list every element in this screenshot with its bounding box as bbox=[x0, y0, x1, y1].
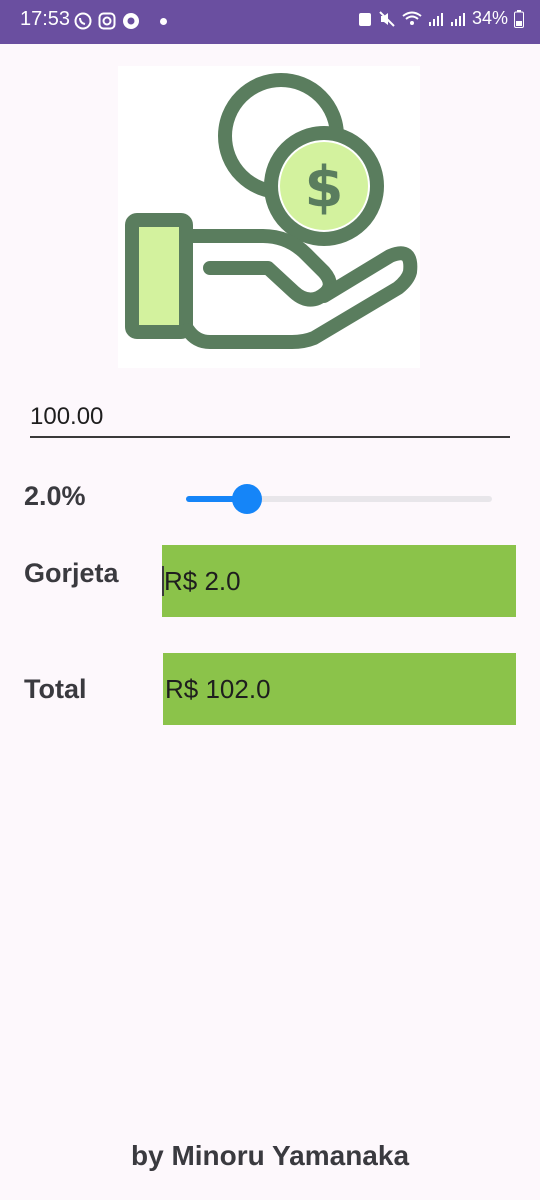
author-credit: by Minoru Yamanaka bbox=[130, 1140, 410, 1171]
sync-icon bbox=[358, 12, 371, 26]
mute-icon bbox=[379, 10, 395, 27]
app-logo: $ bbox=[118, 66, 420, 368]
hand-with-dollar-coin-icon: $ bbox=[125, 73, 418, 349]
slider-thumb[interactable] bbox=[232, 484, 262, 514]
instagram-icon bbox=[98, 12, 116, 30]
signal-icon bbox=[428, 12, 443, 26]
notification-icons bbox=[74, 12, 167, 30]
battery-percent: 34% bbox=[471, 8, 508, 28]
tip-percent-slider[interactable] bbox=[186, 482, 492, 516]
wifi-icon bbox=[402, 11, 422, 25]
total-label: Total bbox=[24, 674, 87, 704]
chrome-icon bbox=[123, 13, 139, 29]
tip-value-field[interactable]: R$ 2.0 bbox=[162, 545, 516, 617]
more-notifications-dot-icon bbox=[160, 17, 167, 25]
system-icons: 34% bbox=[358, 8, 524, 29]
coin-dollar-symbol: $ bbox=[305, 155, 344, 220]
bill-amount-input[interactable] bbox=[30, 398, 510, 438]
whatsapp-icon bbox=[74, 12, 92, 30]
total-value: R$ 102.0 bbox=[165, 673, 271, 704]
tip-value: R$ 2.0 bbox=[164, 565, 241, 596]
tip-percent-label: 2.0% bbox=[24, 481, 86, 511]
signal-icon bbox=[450, 12, 465, 26]
battery-icon bbox=[514, 9, 524, 28]
total-value-field[interactable]: R$ 102.0 bbox=[163, 653, 516, 725]
status-bar: 17:53 34% bbox=[0, 0, 540, 44]
status-time: 17:53 bbox=[20, 8, 71, 30]
tip-label: Gorjeta bbox=[24, 558, 119, 588]
